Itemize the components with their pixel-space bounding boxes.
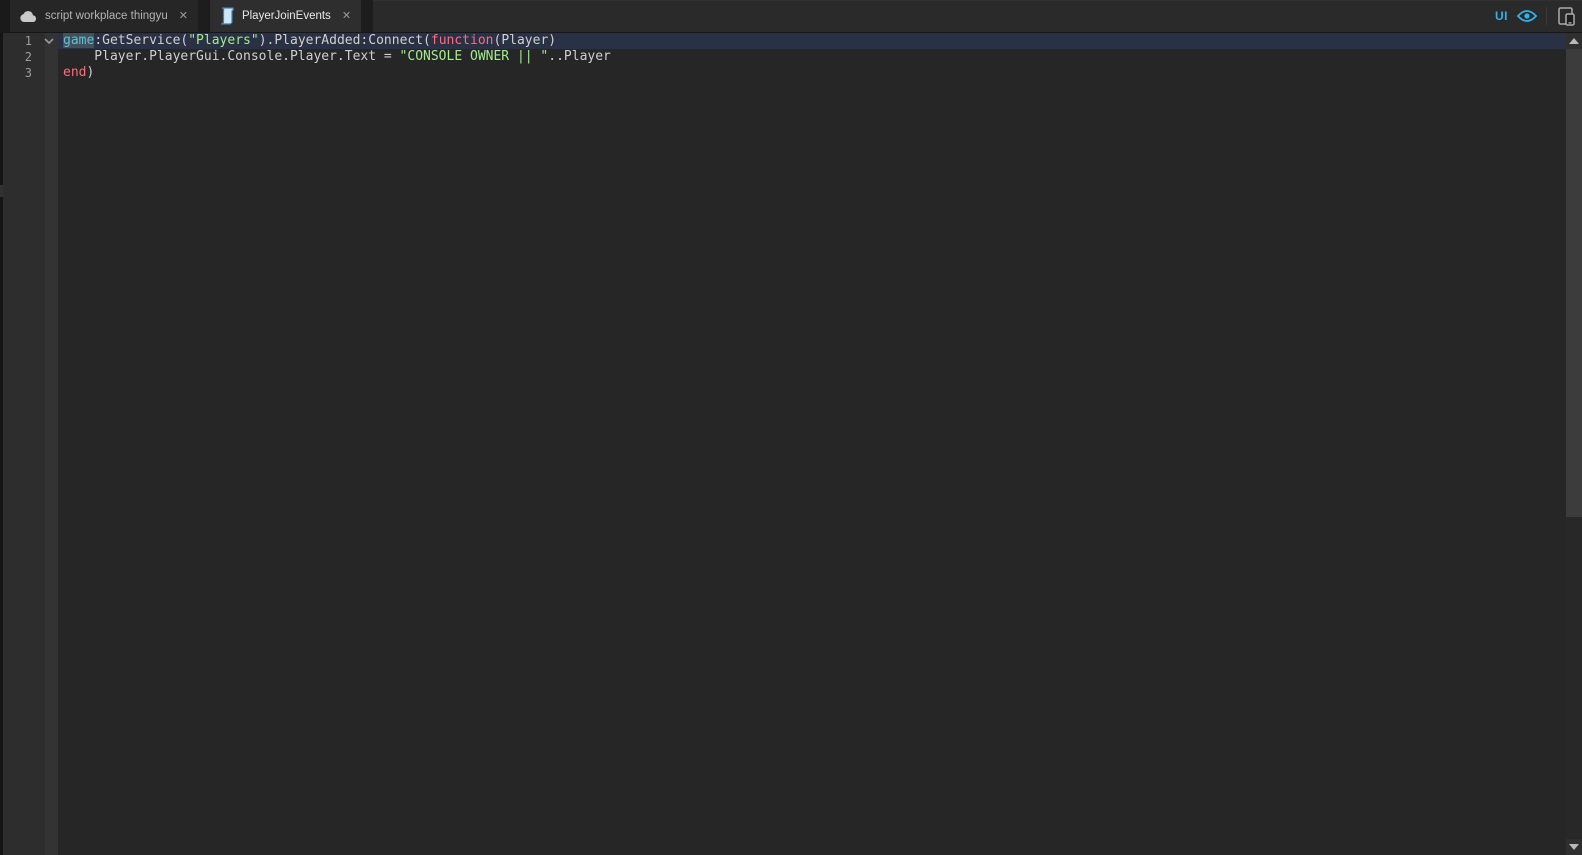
device-emulator-icon[interactable] bbox=[1556, 6, 1576, 26]
scroll-up-button[interactable] bbox=[1566, 33, 1582, 49]
vertical-scrollbar[interactable] bbox=[1566, 33, 1582, 855]
tab-playerjoinevents[interactable]: PlayerJoinEvents ✕ bbox=[209, 0, 362, 32]
code-line[interactable]: Player.PlayerGui.Console.Player.Text = "… bbox=[58, 49, 1566, 65]
line-number: 3 bbox=[24, 66, 32, 80]
code-token-plain: Player.PlayerGui.Console.Player.Text = bbox=[63, 49, 400, 64]
line-number-gutter: 1 2 3 bbox=[3, 33, 45, 855]
code-token-plain: (Player) bbox=[493, 33, 557, 48]
tab-bar-left-pad bbox=[0, 0, 10, 32]
toolbar-separator bbox=[1546, 7, 1547, 25]
tab-script-workplace[interactable]: script workplace thingyu ✕ bbox=[10, 0, 198, 32]
scroll-down-button[interactable] bbox=[1566, 839, 1582, 855]
document-tab-bar: script workplace thingyu ✕ PlayerJoinEvent… bbox=[0, 0, 1582, 32]
tab-label: script workplace thingyu bbox=[45, 10, 168, 22]
script-icon bbox=[219, 7, 235, 25]
cloud-icon bbox=[19, 10, 38, 23]
code-token-string: "Players" bbox=[188, 33, 259, 48]
ui-visibility-label[interactable]: UI bbox=[1495, 9, 1508, 23]
eye-icon[interactable] bbox=[1517, 9, 1537, 23]
code-area[interactable]: game:GetService("Players").PlayerAdded:C… bbox=[58, 33, 1566, 855]
code-token-plain: :GetService( bbox=[94, 33, 189, 48]
script-editor[interactable]: 1 2 3 game:GetService("Players").PlayerAdd… bbox=[0, 32, 1582, 855]
line-number: 2 bbox=[24, 50, 32, 64]
code-line[interactable]: end) bbox=[58, 65, 1566, 81]
code-line[interactable]: game:GetService("Players").PlayerAdded:C… bbox=[58, 33, 1566, 49]
code-token-plain: ).PlayerAdded:Connect( bbox=[258, 33, 431, 48]
studio-window: script workplace thingyu ✕ PlayerJoinEvent… bbox=[0, 0, 1582, 855]
code-token-plain: ..Player bbox=[548, 49, 611, 64]
tab-close-icon[interactable]: ✕ bbox=[342, 10, 351, 22]
tab-bar-right-controls: UI bbox=[1495, 0, 1576, 32]
code-token-plain: ) bbox=[86, 65, 95, 80]
tab-label: PlayerJoinEvents bbox=[241, 10, 331, 22]
code-token-string: "CONSOLE OWNER || " bbox=[399, 49, 549, 64]
code-fold-margin bbox=[44, 33, 58, 855]
line-number: 1 bbox=[24, 34, 32, 48]
tab-bar-empty-area bbox=[373, 0, 1582, 32]
code-token-keyword: end bbox=[63, 65, 87, 80]
code-token-builtin: game bbox=[63, 33, 95, 48]
scrollbar-thumb[interactable] bbox=[1566, 49, 1582, 517]
code-token-keyword: function bbox=[430, 33, 494, 48]
tab-close-icon[interactable]: ✕ bbox=[179, 10, 188, 22]
